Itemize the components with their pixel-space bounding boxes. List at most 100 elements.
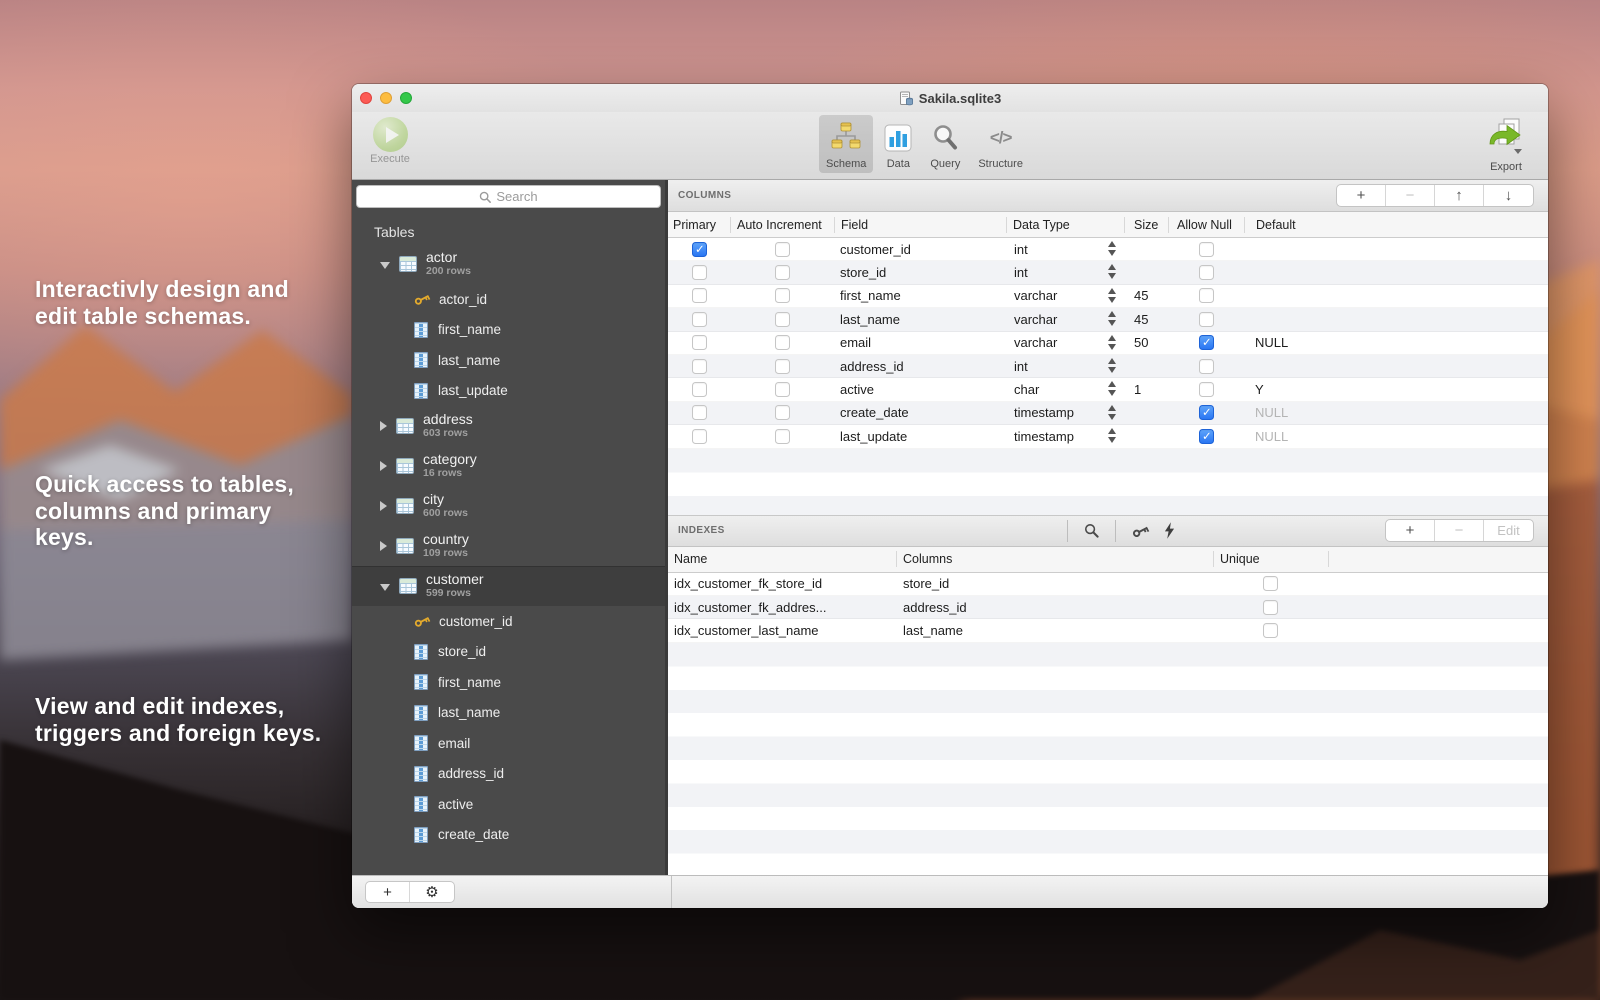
primary-checkbox[interactable]: [692, 288, 707, 303]
data-type-value[interactable]: timestamp: [1014, 405, 1074, 420]
allow-null-checkbox[interactable]: [1199, 429, 1214, 444]
size-value[interactable]: 50: [1124, 332, 1168, 354]
default-value[interactable]: [1244, 308, 1548, 330]
triggers-button[interactable]: [1157, 522, 1182, 539]
allow-null-checkbox[interactable]: [1199, 382, 1214, 397]
auto-increment-checkbox[interactable]: [775, 382, 790, 397]
disclosure-triangle-icon[interactable]: [380, 501, 387, 511]
remove-column-button[interactable]: −: [1386, 185, 1435, 206]
size-value[interactable]: 1: [1124, 378, 1168, 400]
allow-null-checkbox[interactable]: [1199, 359, 1214, 374]
unique-checkbox[interactable]: [1263, 576, 1278, 591]
data-type-value[interactable]: varchar: [1014, 288, 1057, 303]
sidebar-item-address[interactable]: address603 rows: [352, 406, 665, 446]
data-type-stepper[interactable]: [1108, 311, 1116, 326]
sidebar-item-category[interactable]: category16 rows: [352, 446, 665, 486]
index-columns[interactable]: store_id: [896, 573, 1213, 595]
close-button[interactable]: [360, 92, 372, 104]
primary-checkbox[interactable]: [692, 429, 707, 444]
sidebar-item-country[interactable]: country109 rows: [352, 526, 665, 566]
index-name[interactable]: idx_customer_last_name: [668, 619, 896, 641]
size-value[interactable]: 45: [1124, 308, 1168, 330]
column-row-last-name[interactable]: last_name varchar 45: [668, 308, 1548, 331]
add-column-button[interactable]: +: [1337, 185, 1386, 206]
remove-index-button[interactable]: −: [1435, 520, 1484, 541]
move-column-down-button[interactable]: ↓: [1484, 185, 1533, 206]
column-row-store-id[interactable]: store_id int: [668, 261, 1548, 284]
field-name[interactable]: address_id: [834, 355, 1006, 377]
field-name[interactable]: last_update: [834, 425, 1006, 447]
data-type-value[interactable]: int: [1014, 359, 1028, 374]
sidebar-item-last-name-2[interactable]: last_name: [352, 698, 665, 729]
move-column-up-button[interactable]: ↑: [1435, 185, 1484, 206]
sidebar-item-store-id[interactable]: store_id: [352, 637, 665, 668]
default-value[interactable]: NULL: [1244, 402, 1548, 424]
default-value[interactable]: [1244, 261, 1548, 283]
data-type-value[interactable]: char: [1014, 382, 1039, 397]
index-columns[interactable]: address_id: [896, 596, 1213, 618]
primary-checkbox[interactable]: [692, 312, 707, 327]
sidebar-item-last-name[interactable]: last_name: [352, 345, 665, 376]
default-value[interactable]: NULL: [1244, 332, 1548, 354]
sidebar-item-address-id[interactable]: address_id: [352, 759, 665, 790]
search-indexes-button[interactable]: [1077, 523, 1106, 538]
column-row-last-update[interactable]: last_update timestamp NULL: [668, 425, 1548, 448]
tab-data[interactable]: Data: [877, 115, 919, 173]
sidebar-item-actor[interactable]: actor200 rows: [352, 244, 665, 284]
keys-button[interactable]: [1125, 523, 1157, 539]
minimize-button[interactable]: [380, 92, 392, 104]
data-type-value[interactable]: int: [1014, 265, 1028, 280]
column-row-first-name[interactable]: first_name varchar 45: [668, 285, 1548, 308]
data-type-stepper[interactable]: [1108, 405, 1116, 420]
disclosure-triangle-icon[interactable]: [380, 541, 387, 551]
data-type-value[interactable]: int: [1014, 242, 1028, 257]
field-name[interactable]: customer_id: [834, 238, 1006, 260]
primary-checkbox[interactable]: [692, 359, 707, 374]
allow-null-checkbox[interactable]: [1199, 242, 1214, 257]
auto-increment-checkbox[interactable]: [775, 288, 790, 303]
auto-increment-checkbox[interactable]: [775, 335, 790, 350]
size-value[interactable]: [1124, 261, 1168, 283]
column-row-create-date[interactable]: create_date timestamp NULL: [668, 402, 1548, 425]
default-value[interactable]: [1244, 238, 1548, 260]
size-value[interactable]: [1124, 238, 1168, 260]
disclosure-triangle-icon[interactable]: [380, 461, 387, 471]
index-name[interactable]: idx_customer_fk_store_id: [668, 573, 896, 595]
unique-checkbox[interactable]: [1263, 600, 1278, 615]
sidebar-item-last-update[interactable]: last_update: [352, 376, 665, 407]
size-value[interactable]: [1124, 355, 1168, 377]
index-row-fk-store-id[interactable]: idx_customer_fk_store_id store_id: [668, 573, 1548, 596]
column-row-email[interactable]: email varchar 50 NULL: [668, 332, 1548, 355]
default-value[interactable]: NULL: [1244, 425, 1548, 447]
primary-checkbox[interactable]: [692, 242, 707, 257]
index-row-fk-address-id[interactable]: idx_customer_fk_addres... address_id: [668, 596, 1548, 619]
field-name[interactable]: store_id: [834, 261, 1006, 283]
index-row-last-name[interactable]: idx_customer_last_name last_name: [668, 619, 1548, 642]
allow-null-checkbox[interactable]: [1199, 405, 1214, 420]
tab-schema[interactable]: Schema: [819, 115, 873, 173]
data-type-stepper[interactable]: [1108, 264, 1116, 279]
column-row-customer-id[interactable]: customer_id int: [668, 238, 1548, 261]
add-index-button[interactable]: +: [1386, 520, 1435, 541]
sidebar-item-email[interactable]: email: [352, 728, 665, 759]
allow-null-checkbox[interactable]: [1199, 335, 1214, 350]
auto-increment-checkbox[interactable]: [775, 312, 790, 327]
disclosure-triangle-icon[interactable]: [380, 421, 387, 431]
sidebar-item-city[interactable]: city600 rows: [352, 486, 665, 526]
size-value[interactable]: 45: [1124, 285, 1168, 307]
disclosure-triangle-icon[interactable]: [380, 584, 390, 591]
sidebar-item-customer-id[interactable]: customer_id: [352, 606, 665, 637]
sidebar-item-customer[interactable]: customer599 rows: [352, 566, 665, 606]
auto-increment-checkbox[interactable]: [775, 242, 790, 257]
search-input[interactable]: Search: [356, 185, 661, 208]
execute-button[interactable]: Execute: [366, 117, 414, 165]
allow-null-checkbox[interactable]: [1199, 288, 1214, 303]
default-value[interactable]: Y: [1244, 378, 1548, 400]
data-type-stepper[interactable]: [1108, 428, 1116, 443]
sidebar-item-actor-id[interactable]: actor_id: [352, 284, 665, 315]
sidebar-item-active[interactable]: active: [352, 789, 665, 820]
column-row-active[interactable]: active char 1 Y: [668, 378, 1548, 401]
auto-increment-checkbox[interactable]: [775, 359, 790, 374]
edit-index-button[interactable]: Edit: [1484, 520, 1533, 541]
field-name[interactable]: active: [834, 378, 1006, 400]
